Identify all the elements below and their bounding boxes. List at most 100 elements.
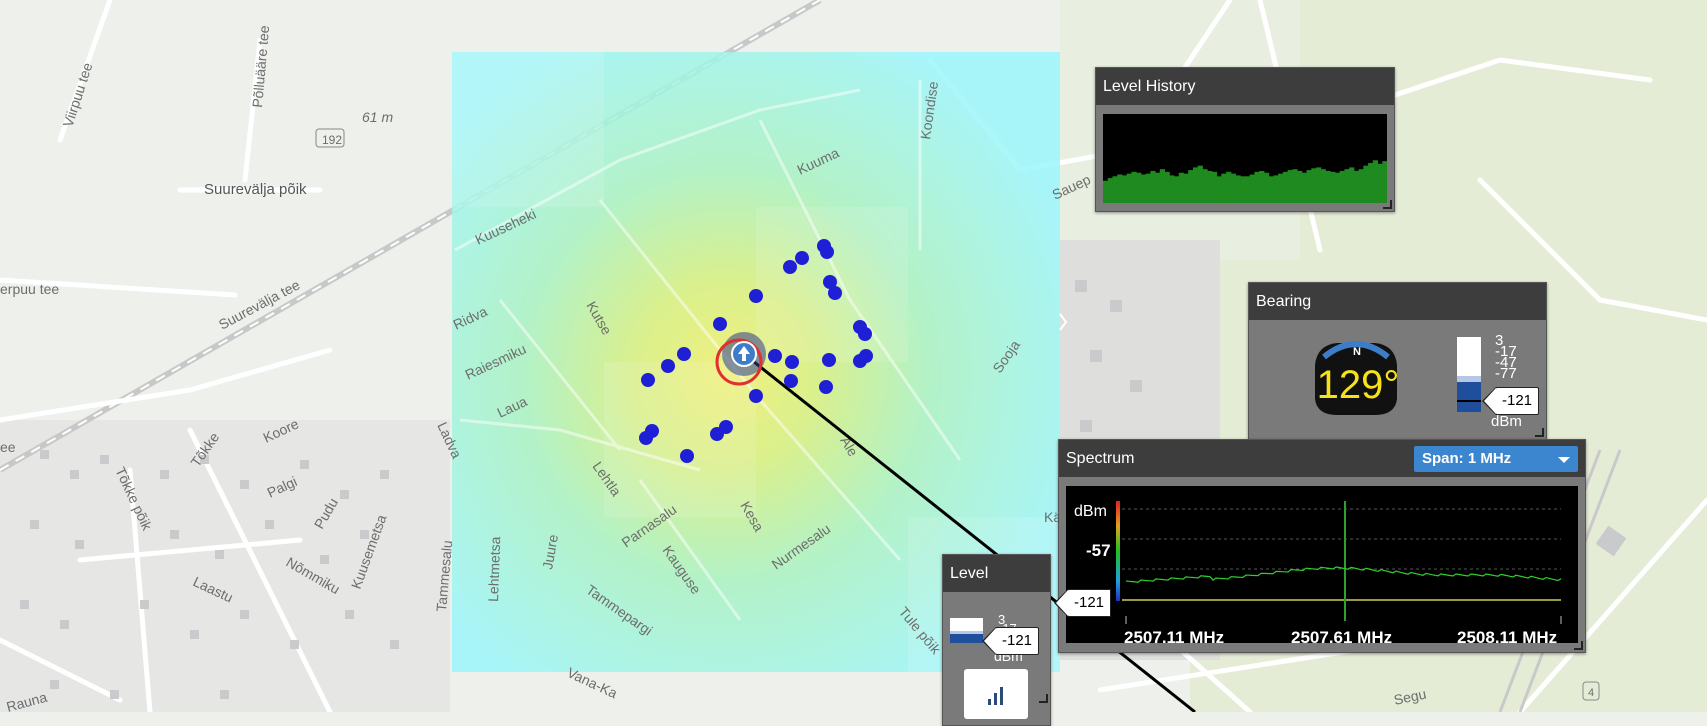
freq-label-left: 2507.11 MHz	[1124, 628, 1225, 647]
level-history-bar	[1117, 174, 1123, 203]
level-history-bar	[1235, 175, 1241, 203]
level-history-bar	[1188, 170, 1194, 203]
measurement-marker[interactable]	[785, 355, 799, 369]
measurement-marker[interactable]	[819, 380, 833, 394]
level-history-bar	[1221, 173, 1227, 203]
level-history-title: Level History	[1096, 68, 1394, 105]
level-history-bar	[1297, 170, 1303, 203]
spectrum-panel[interactable]: Spectrum Span: 1 MHz dBm -57 -121 2507.1…	[1053, 439, 1586, 653]
level-history-bar	[1301, 172, 1308, 203]
level-history-bar	[1183, 173, 1189, 203]
level-history-bar	[1358, 169, 1364, 203]
level-history-bar	[1240, 176, 1246, 203]
level-history-bar	[1164, 171, 1170, 203]
bearing-panel[interactable]: Bearing N 129° 3 -17 -47 -77 dBm -121	[1248, 282, 1547, 440]
spectrum-chart: dBm -57	[1066, 486, 1578, 643]
street-label: erpuu tee	[0, 281, 59, 297]
level-history-bar	[1349, 167, 1355, 203]
level-history-bar	[1159, 169, 1166, 203]
level-history-bar	[1278, 173, 1284, 203]
measurement-marker[interactable]	[783, 260, 797, 274]
spectrum-unit: dBm	[1074, 503, 1107, 520]
level-history-bar	[1245, 176, 1251, 203]
bearing-level-meter	[1457, 337, 1481, 412]
bearing-unit: dBm	[1491, 413, 1522, 430]
level-history-bar	[1363, 165, 1369, 203]
measurement-marker[interactable]	[677, 347, 691, 361]
level-history-bar	[1103, 180, 1109, 203]
level-history-bar	[1226, 171, 1232, 203]
level-history-chart	[1103, 114, 1387, 203]
level-history-bar	[1330, 171, 1336, 203]
level-history-bar	[1292, 169, 1298, 203]
level-history-bar	[1273, 175, 1279, 203]
level-history-bar	[1377, 163, 1383, 203]
bearing-scale: 3 -17 -47 -77	[1495, 333, 1517, 382]
level-history-bar	[1126, 173, 1132, 203]
level-history-bar	[1145, 173, 1151, 203]
street-label: Lehtmetsa	[485, 536, 503, 602]
level-history-bar	[1107, 178, 1113, 203]
measurement-marker[interactable]	[639, 431, 653, 445]
level-history-bar	[1259, 170, 1265, 203]
resize-handle[interactable]	[1574, 641, 1583, 650]
level-history-bar	[1178, 172, 1184, 203]
level-history-bar	[1344, 169, 1350, 203]
level-history-bar	[1382, 161, 1387, 203]
resize-handle[interactable]	[1039, 694, 1048, 703]
level-history-bar	[1254, 171, 1260, 203]
resize-handle[interactable]	[1535, 428, 1544, 437]
level-history-bar	[1325, 170, 1331, 203]
measurement-marker[interactable]	[768, 349, 782, 363]
street-label: Suurevälja põik	[204, 181, 307, 198]
level-history-bar	[1311, 168, 1317, 203]
measurement-marker[interactable]	[749, 289, 763, 303]
scale-tick: -77	[1495, 365, 1517, 382]
level-history-bar	[1306, 170, 1312, 203]
level-history-bar	[1202, 169, 1208, 203]
measurement-marker[interactable]	[784, 374, 798, 388]
measurement-marker[interactable]	[749, 389, 763, 403]
level-history-panel[interactable]: Level History	[1095, 67, 1395, 212]
spectrum-level-tag: -121	[1053, 589, 1112, 617]
freq-label-center: 2507.61 MHz	[1291, 628, 1393, 647]
level-history-bar	[1136, 172, 1142, 203]
measurement-marker[interactable]	[822, 353, 836, 367]
measurement-marker[interactable]	[828, 286, 842, 300]
measurement-marker[interactable]	[661, 359, 675, 373]
level-history-bar	[1150, 170, 1156, 203]
span-label: Span: 1 MHz	[1422, 450, 1512, 467]
resize-handle[interactable]	[1383, 200, 1392, 209]
measurement-marker[interactable]	[641, 373, 655, 387]
level-panel[interactable]: Level 3 -17 dBm -121	[942, 554, 1051, 726]
level-history-bar	[1320, 169, 1326, 203]
level-history-bar	[1207, 170, 1213, 203]
level-history-bar	[1263, 172, 1270, 203]
freq-label-right: 2508.11 MHz	[1457, 628, 1558, 647]
level-history-bar	[1353, 170, 1360, 203]
level-history-bar	[1131, 171, 1137, 203]
level-history-bar	[1169, 175, 1175, 203]
level-history-bar	[1216, 176, 1222, 203]
measurement-marker[interactable]	[713, 317, 727, 331]
level-history-bar	[1268, 176, 1274, 203]
level-history-bar	[1121, 175, 1128, 203]
measurement-marker[interactable]	[680, 449, 694, 463]
measurement-marker[interactable]	[710, 427, 724, 441]
level-history-bar	[1339, 170, 1345, 203]
level-history-bar	[1192, 167, 1199, 203]
measurement-marker[interactable]	[853, 354, 867, 368]
level-history-bar	[1230, 173, 1237, 203]
level-history-bar	[1368, 162, 1374, 203]
level-history-bar	[1155, 172, 1161, 203]
level-title: Level	[943, 555, 1050, 592]
level-history-bar	[1211, 171, 1218, 203]
level-history-bar	[1372, 160, 1379, 203]
span-dropdown[interactable]: Span: 1 MHz	[1414, 446, 1578, 472]
spectrum-tick-mid: -57	[1086, 541, 1111, 560]
measurement-marker[interactable]	[858, 327, 872, 341]
measurement-marker[interactable]	[820, 245, 834, 259]
measurement-marker[interactable]	[795, 251, 809, 265]
route-shield: 4	[1588, 687, 1594, 699]
level-history-bar	[1174, 176, 1180, 203]
